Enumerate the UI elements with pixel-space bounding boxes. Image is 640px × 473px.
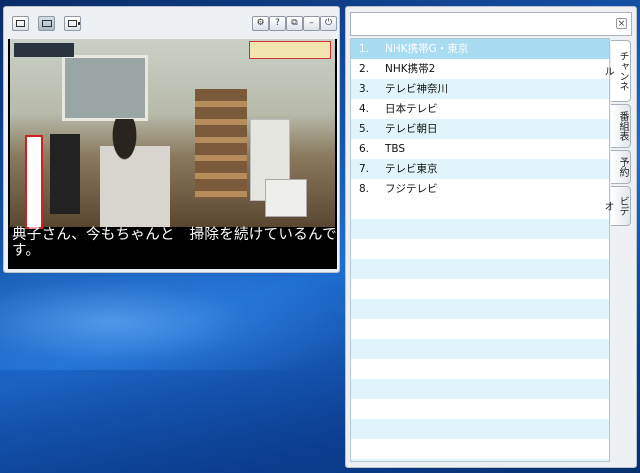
- desktop-background: [0, 370, 360, 473]
- search-box: ×: [350, 12, 632, 36]
- channel-row[interactable]: 8. フジテレビ: [351, 179, 609, 199]
- channel-name: テレビ神奈川: [385, 83, 448, 95]
- settings-button[interactable]: ⚙: [252, 16, 269, 31]
- channel-name: NHK携帯G・東京: [385, 43, 469, 55]
- channel-row[interactable]: 5. テレビ朝日: [351, 119, 609, 139]
- video-frame: [10, 39, 335, 229]
- scene-person: [100, 119, 170, 227]
- channel-number: 4.: [359, 103, 370, 115]
- channel-number: 6.: [359, 143, 370, 155]
- channel-name: テレビ朝日: [385, 123, 438, 135]
- view-mode-wide-button[interactable]: [38, 16, 55, 31]
- channel-row[interactable]: 1. NHK携帯G・東京: [351, 39, 609, 59]
- tab-video[interactable]: ビデオ: [602, 186, 631, 226]
- scene-pc: [50, 134, 80, 214]
- scene-window: [62, 55, 148, 121]
- channel-number: 3.: [359, 83, 370, 95]
- channel-panel: × 1. NHK携帯G・東京 2. NHK携帯2 3. テレビ神奈川 4. 日本…: [345, 6, 637, 468]
- channel-name: NHK携帯2: [385, 63, 436, 75]
- channel-number: 5.: [359, 123, 370, 135]
- screen-small-icon: [16, 20, 25, 27]
- power-button[interactable]: ⏻: [320, 16, 337, 31]
- channel-number: 8.: [359, 183, 370, 195]
- player-toolbar: ⚙ ? ⧉ – ⏻: [4, 7, 339, 37]
- channel-name: テレビ東京: [385, 163, 438, 175]
- settings-icon: ⚙: [256, 18, 265, 28]
- vertical-caption: [25, 135, 43, 229]
- power-icon: ⏻: [324, 18, 333, 28]
- search-input[interactable]: [353, 15, 612, 35]
- tab-program-guide[interactable]: 番組表: [611, 104, 631, 148]
- program-banner: [249, 41, 331, 59]
- clear-button[interactable]: ×: [616, 18, 627, 29]
- help-button[interactable]: ?: [269, 16, 286, 31]
- view-mode-small-button[interactable]: [12, 16, 29, 31]
- channel-number: 2.: [359, 63, 370, 75]
- channel-name: フジテレビ: [385, 183, 438, 195]
- video-display[interactable]: 典子さん、今もちゃんと 掃除を続けているんです。: [8, 39, 337, 269]
- screen-wide-icon: [42, 20, 52, 27]
- channel-row[interactable]: 4. 日本テレビ: [351, 99, 609, 119]
- channel-list: 1. NHK携帯G・東京 2. NHK携帯2 3. テレビ神奈川 4. 日本テレ…: [350, 38, 610, 462]
- channel-name: TBS: [385, 143, 406, 155]
- scene-heater: [265, 179, 307, 217]
- channel-name: 日本テレビ: [385, 103, 438, 115]
- tab-reservation[interactable]: 予約: [611, 150, 631, 184]
- minimize-button[interactable]: –: [303, 16, 320, 31]
- help-icon: ?: [275, 18, 280, 28]
- view-mode-side-button[interactable]: [64, 16, 81, 31]
- subtitle-text: 典子さん、今もちゃんと 掃除を続けているんです。: [12, 227, 337, 259]
- channel-row[interactable]: 7. テレビ東京: [351, 159, 609, 179]
- broadcast-logo: [14, 43, 74, 57]
- channel-row[interactable]: 3. テレビ神奈川: [351, 79, 609, 99]
- channel-number: 7.: [359, 163, 370, 175]
- channel-row[interactable]: 6. TBS: [351, 139, 609, 159]
- channel-row[interactable]: 2. NHK携帯2: [351, 59, 609, 79]
- channel-number: 1.: [359, 43, 370, 55]
- close-icon: ×: [617, 19, 626, 29]
- minimize-icon: –: [309, 18, 314, 28]
- popout-button[interactable]: ⧉: [286, 16, 303, 31]
- scene-rack: [195, 89, 247, 199]
- popout-icon: ⧉: [291, 18, 298, 28]
- panel-tabs: チャンネル 番組表 予約 ビデオ: [602, 40, 633, 228]
- tab-channel[interactable]: チャンネル: [602, 40, 631, 102]
- screen-side-icon: [68, 20, 80, 27]
- player-window: ⚙ ? ⧉ – ⏻ 典子さん、今もちゃんと 掃除を続けているんです。: [3, 6, 340, 273]
